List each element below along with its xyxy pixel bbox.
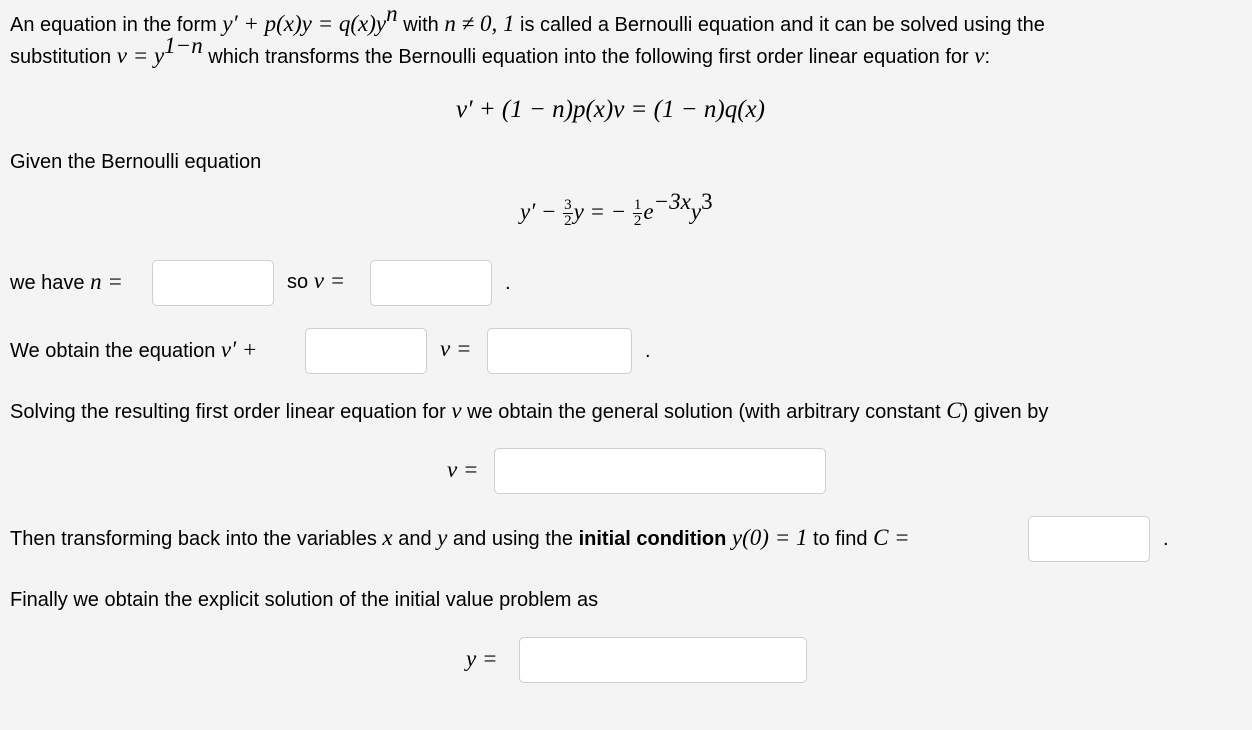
label: we have — [10, 272, 85, 294]
label: and using the — [452, 528, 574, 550]
label: so — [287, 271, 309, 293]
var-x: x — [382, 525, 393, 550]
period: . — [505, 272, 511, 294]
intro-text: with — [403, 14, 439, 36]
eq-term: y′ − — [520, 198, 557, 224]
n-input[interactable] — [152, 260, 274, 306]
substitution-math: v = y — [116, 43, 165, 68]
eq-term: y — [690, 198, 702, 224]
v-equals-label: v = — [440, 336, 472, 361]
intro-text: substitution — [10, 46, 112, 68]
denominator: 2 — [564, 213, 572, 229]
exponent-1-minus-n: 1−n — [164, 33, 203, 58]
label: we obtain the general solution (with arb… — [467, 401, 941, 423]
label: and — [398, 528, 432, 550]
exponent-n: n — [386, 1, 398, 26]
label: We obtain the equation — [10, 340, 216, 362]
intro-line-2: substitution v = y1−n which transforms t… — [10, 34, 991, 71]
var-y: y — [437, 525, 448, 550]
rhs-input[interactable] — [487, 328, 632, 374]
c-input[interactable] — [1028, 516, 1150, 562]
v-prime-plus: v′ + — [220, 337, 258, 362]
intro-text: which transforms the Bernoulli equation … — [208, 46, 969, 68]
step2-text: We obtain the equation v′ + — [10, 336, 257, 365]
numerator: 3 — [563, 197, 573, 214]
step4-text: Then transforming back into the variable… — [10, 524, 910, 553]
denominator: 2 — [633, 213, 642, 229]
coefficient-input[interactable] — [305, 328, 427, 374]
initial-condition-bold: initial condition — [578, 528, 727, 550]
exponent: 3 — [701, 188, 713, 214]
period: . — [645, 340, 651, 362]
initial-condition-math: y(0) = 1 — [731, 525, 808, 550]
step1-text: we have n = — [10, 268, 123, 297]
var-v: v — [974, 43, 985, 68]
v-label: v = — [313, 268, 346, 293]
label: Then transforming back into the variable… — [10, 528, 377, 550]
general-solution-input[interactable] — [494, 448, 826, 494]
colon: : — [984, 46, 991, 68]
label: ) given by — [961, 401, 1049, 423]
step5-text: Finally we obtain the explicit solution … — [10, 589, 599, 611]
period: . — [1163, 528, 1169, 550]
fraction-3-2: 32 — [563, 198, 573, 229]
n-condition-math: n ≠ 0, 1 — [444, 11, 515, 36]
explicit-solution-input[interactable] — [519, 637, 807, 683]
eq-term: y = − — [573, 198, 627, 224]
v-substitution-input[interactable] — [370, 260, 492, 306]
label: to find — [813, 528, 868, 550]
exponent: −3x — [653, 188, 691, 214]
var-v: v — [451, 398, 462, 423]
given-equation: y′ − 32y = − 1 2 e−3xy3 — [520, 190, 713, 229]
label: Solving the resulting first order linear… — [10, 401, 446, 423]
y-equals-label: y = — [466, 646, 498, 671]
numerator: 1 — [632, 197, 643, 214]
var-c: C — [946, 398, 962, 423]
step3-text: Solving the resulting first order linear… — [10, 397, 1048, 426]
n-label: n = — [90, 269, 123, 294]
eq-term: e — [643, 198, 654, 224]
given-label: Given the Bernoulli equation — [10, 151, 262, 173]
fraction-1-2: 12 — [632, 197, 643, 229]
so-v-label: so v = — [287, 268, 345, 294]
general-v-label: v = — [447, 457, 479, 482]
linear-form-equation: v′ + (1 − n)p(x)v = (1 − n)q(x) — [456, 96, 765, 123]
bernoulli-form-math: y′ + p(x)y = q(x)y — [222, 11, 387, 36]
c-label: C = — [873, 525, 910, 550]
intro-text: is called a Bernoulli equation and it ca… — [520, 14, 1045, 36]
